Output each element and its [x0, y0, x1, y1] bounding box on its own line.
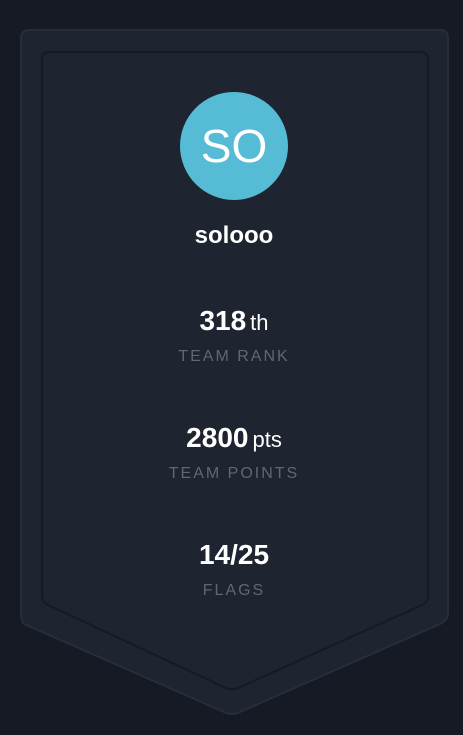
team-points-value: 2800: [186, 422, 249, 453]
team-profile-banner: SO solooo 318th TEAM RANK 2800 pts TEAM P…: [0, 0, 463, 735]
username: solooo: [194, 222, 274, 249]
avatar: SO: [180, 92, 288, 200]
team-points-unit: pts: [252, 427, 282, 452]
team-rank-label: TEAM RANK: [178, 348, 290, 365]
team-points-label: TEAM POINTS: [168, 465, 300, 482]
team-rank-stat: 318th TEAM RANK: [41, 304, 427, 366]
flags-value: 14/25: [198, 539, 270, 570]
team-rank-unit: th: [250, 310, 269, 335]
team-rank-value: 318: [199, 305, 247, 336]
flags-label: FLAGS: [202, 582, 266, 599]
team-points-stat: 2800 pts TEAM POINTS: [41, 421, 427, 483]
flags-stat: 14/25 FLAGS: [41, 538, 427, 600]
